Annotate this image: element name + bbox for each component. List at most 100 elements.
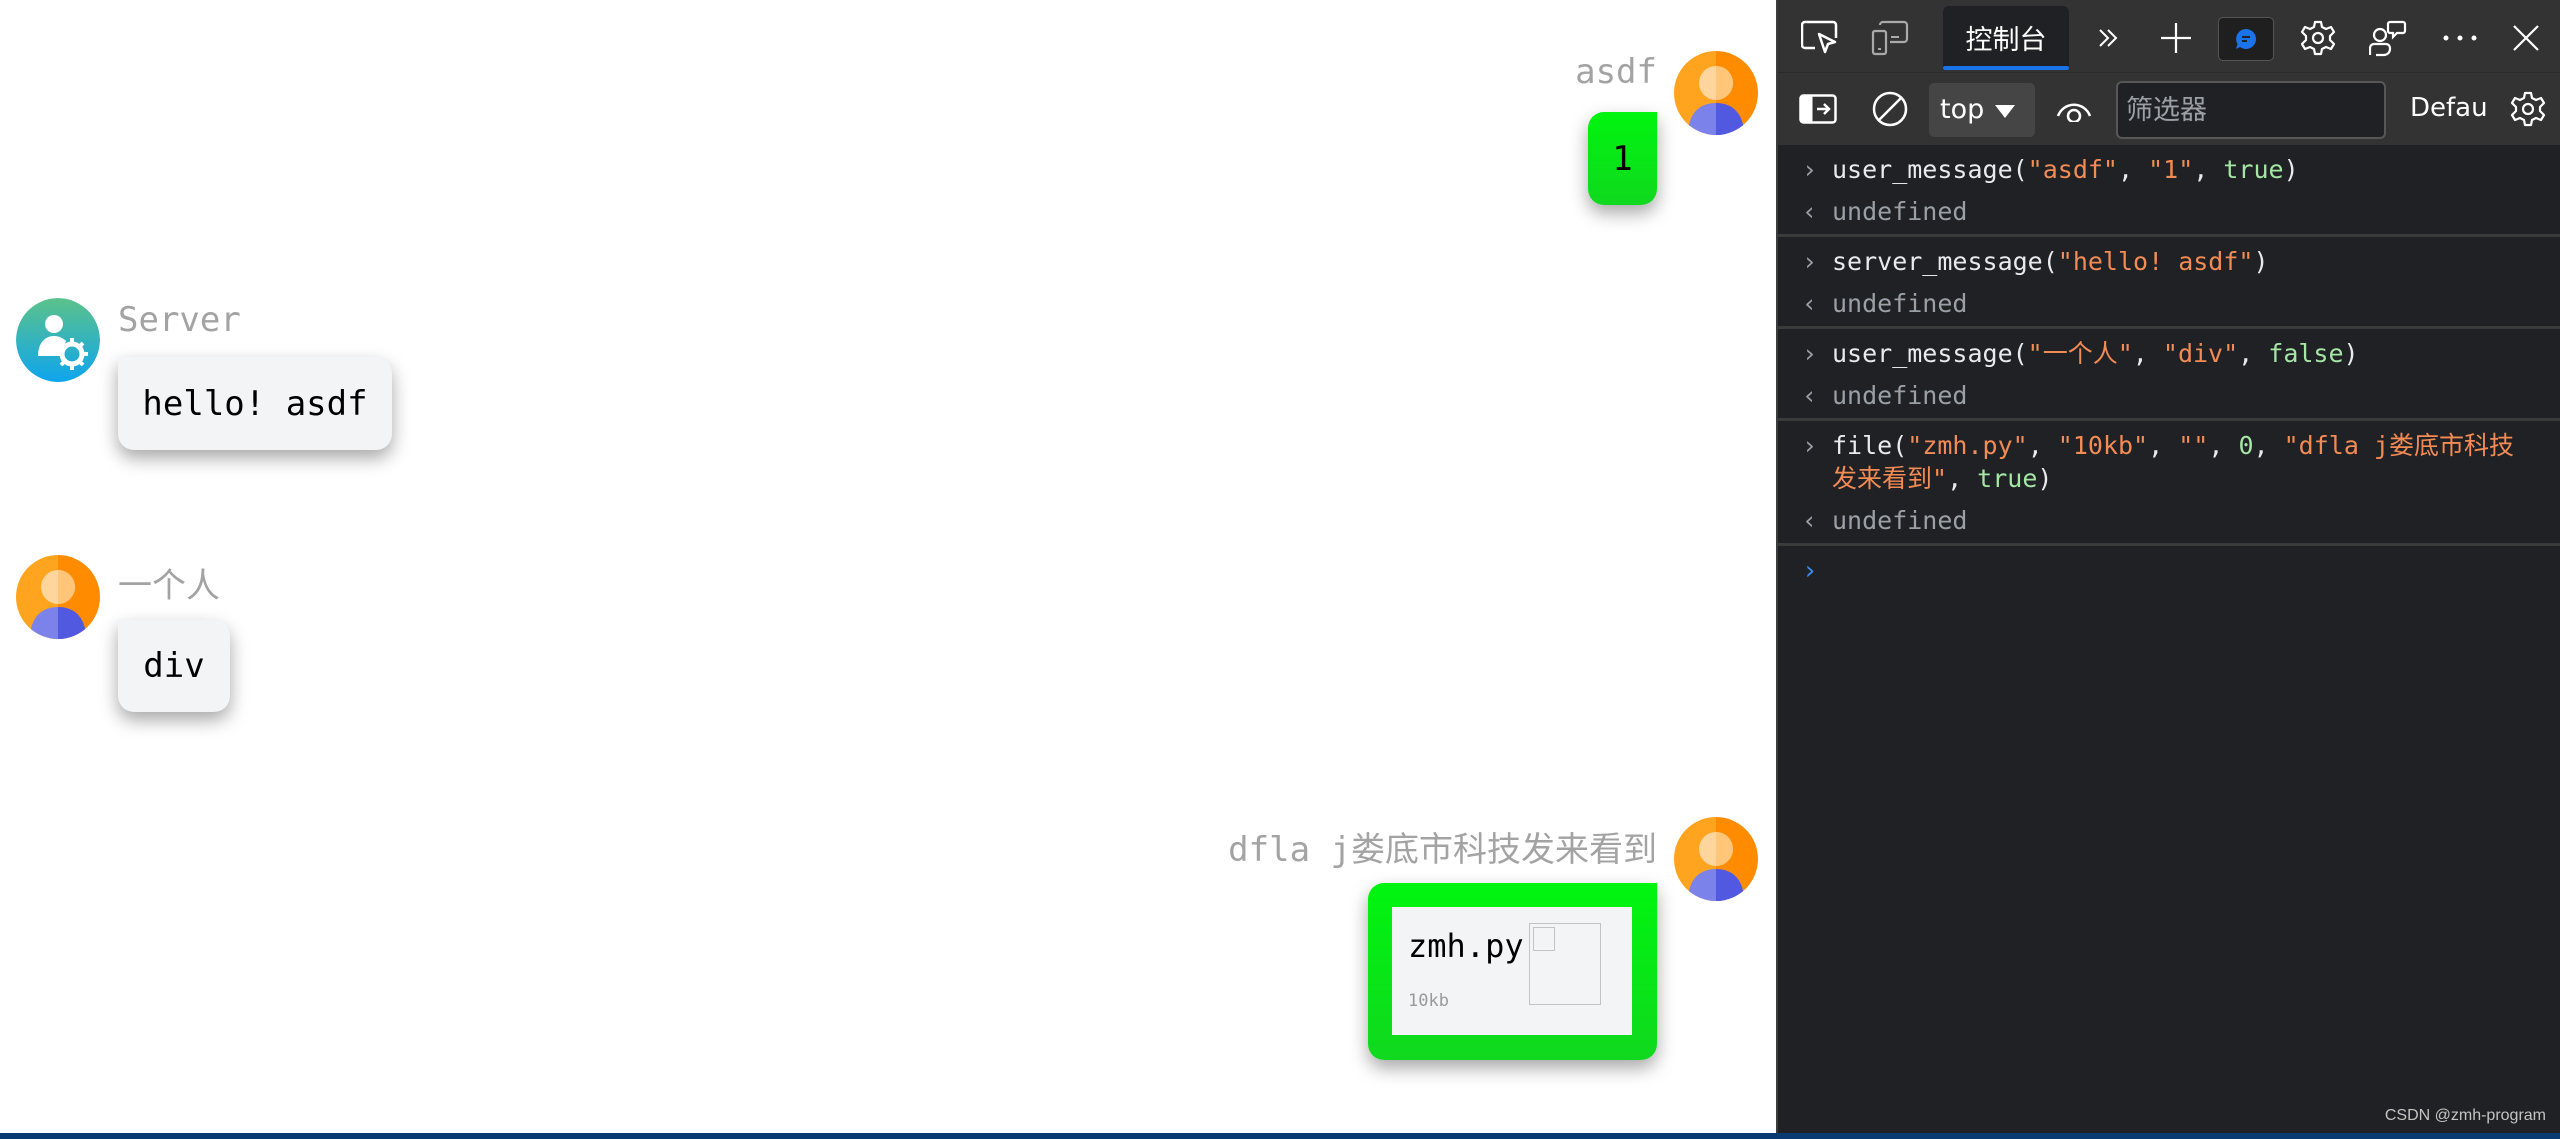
filter-input[interactable] [2116,81,2386,139]
result-value: undefined [1832,381,1968,410]
file-card[interactable]: zmh.py 10kb [1392,907,1632,1035]
eye-icon[interactable] [2052,89,2096,129]
inspect-element-icon[interactable] [1800,18,1840,58]
console-result-line: ‹ undefined [1778,504,2560,537]
feedback-button[interactable] [2218,17,2274,61]
console-input-line[interactable]: › user_message("asdf", "1", true) [1778,153,2560,186]
code-token: "1" [2148,155,2194,184]
context-selector[interactable]: top [1929,83,2035,137]
code-token: , [2238,339,2269,368]
chevron-right-icon[interactable]: › [1802,153,1817,186]
code-token: , [2253,431,2284,460]
code-token: , [2027,431,2058,460]
code-token: "10kb" [2057,431,2149,460]
code-token: ) [2037,464,2053,493]
user-avatar-icon [1674,817,1758,901]
message-text: div [143,646,205,686]
code-token: , [2193,155,2224,184]
devtools-main-toolbar: 控制台 [1778,0,2560,72]
active-tab-indicator [1943,66,2069,70]
console-toolbar: top Defau [1778,72,2560,145]
context-selector-value: top [1940,94,1985,125]
result-value: undefined [1832,197,1968,226]
code-token: "" [2178,431,2209,460]
device-emulation-icon[interactable] [1870,18,1910,58]
file-size: 10kb [1408,991,1449,1011]
code-token: "asdf" [2027,155,2118,184]
chevron-left-icon: ‹ [1802,197,1818,226]
code-token: 0 [2238,431,2254,460]
code-token: ) [2283,155,2299,184]
console-result-line: ‹ undefined [1778,195,2560,228]
chevron-left-icon: ‹ [1802,506,1818,535]
code-token: user_message( [1832,155,2028,184]
console-entry: › file("zmh.py", "10kb", "", 0, "dfla j娄底… [1778,421,2560,546]
console-output: › user_message("asdf", "1", true) ‹ undefin… [1778,145,2560,596]
broken-image-icon [1533,927,1555,951]
taskbar-edge [0,1133,2560,1139]
message-bubble: div [118,620,230,712]
tab-console[interactable]: 控制台 [1943,6,2069,70]
chevron-left-icon: ‹ [1802,381,1818,410]
console-entry: › user_message("asdf", "1", true) ‹ undefin… [1778,145,2560,237]
code-token: , [2148,431,2179,460]
plus-icon[interactable] [2156,18,2196,58]
code-token: ) [2253,247,2269,276]
code-token: true [2223,155,2284,184]
console-result-line: ‹ undefined [1778,379,2560,412]
gear-icon[interactable] [2298,18,2338,58]
sender-name: asdf [1575,52,1657,92]
code-token: , [2208,431,2239,460]
close-icon[interactable] [2506,18,2546,58]
console-input-line[interactable]: › file("zmh.py", "10kb", "", 0, "dfla j娄底… [1778,429,2560,495]
person-feedback-icon[interactable] [2368,18,2408,58]
feedback-chat-icon [2236,29,2256,49]
console-input-line[interactable]: › user_message("一个人", "div", false) [1778,337,2560,370]
prompt-chevron-icon: › [1802,556,1818,586]
sender-name: Server [118,300,241,340]
caret-down-icon [1995,105,2015,118]
message-bubble: 1 [1588,112,1657,205]
code-token: ) [2343,339,2359,368]
chevron-double-right-icon[interactable] [2088,18,2128,58]
console-result-line: ‹ undefined [1778,287,2560,320]
code-token: "hello! asdf" [2057,247,2254,276]
code-token: , [1947,464,1978,493]
chevron-left-icon: ‹ [1802,289,1818,318]
user-avatar-icon [1674,51,1758,135]
user-avatar-icon [16,555,100,639]
code-token: true [1977,464,2038,493]
message-bubble: hello! asdf [118,357,392,450]
code-token: , [2117,155,2149,184]
code-token: "一个人" [2027,339,2133,368]
code-token: "div" [2162,339,2239,368]
code-token: false [2268,339,2344,368]
message-text: hello! asdf [142,383,368,424]
code-token: "zmh.py" [1907,431,2028,460]
devtools-panel: 控制台 top 筛选器 Defau › user_message("asdf",… [1776,0,2560,1133]
file-thumbnail [1529,923,1601,1005]
code-token: server_message( [1832,247,2058,276]
message-text: 1 [1612,138,1633,179]
file-message-bubble[interactable]: zmh.py 10kb [1368,883,1657,1060]
watermark: CSDN @zmh-program [2384,1107,2546,1124]
console-entry: › user_message("一个人", "div", false) ‹ undef… [1778,329,2560,421]
clear-console-icon[interactable] [1870,89,1910,129]
server-avatar-icon [16,298,100,382]
console-input-line[interactable]: › server_message("hello! asdf") [1778,245,2560,278]
tab-console-label: 控制台 [1965,25,2047,56]
file-name: zmh.py [1408,927,1524,965]
gear-icon[interactable] [2508,87,2548,131]
sidebar-toggle-icon[interactable] [1798,89,1838,129]
result-value: undefined [1832,289,1968,318]
chevron-right-icon[interactable]: › [1802,429,1817,462]
console-entry: › server_message("hello! asdf") ‹ undefined [1778,237,2560,329]
sender-name: dfla j娄底市科技发来看到 [1228,830,1657,870]
chevron-right-icon[interactable]: › [1802,337,1817,370]
code-token: , [2132,339,2163,368]
ellipsis-icon[interactable] [2440,18,2480,58]
console-prompt[interactable]: › [1778,546,2560,596]
chevron-right-icon[interactable]: › [1802,245,1817,278]
log-levels-dropdown[interactable]: Defau [2410,93,2488,123]
code-token: file( [1832,431,1908,460]
